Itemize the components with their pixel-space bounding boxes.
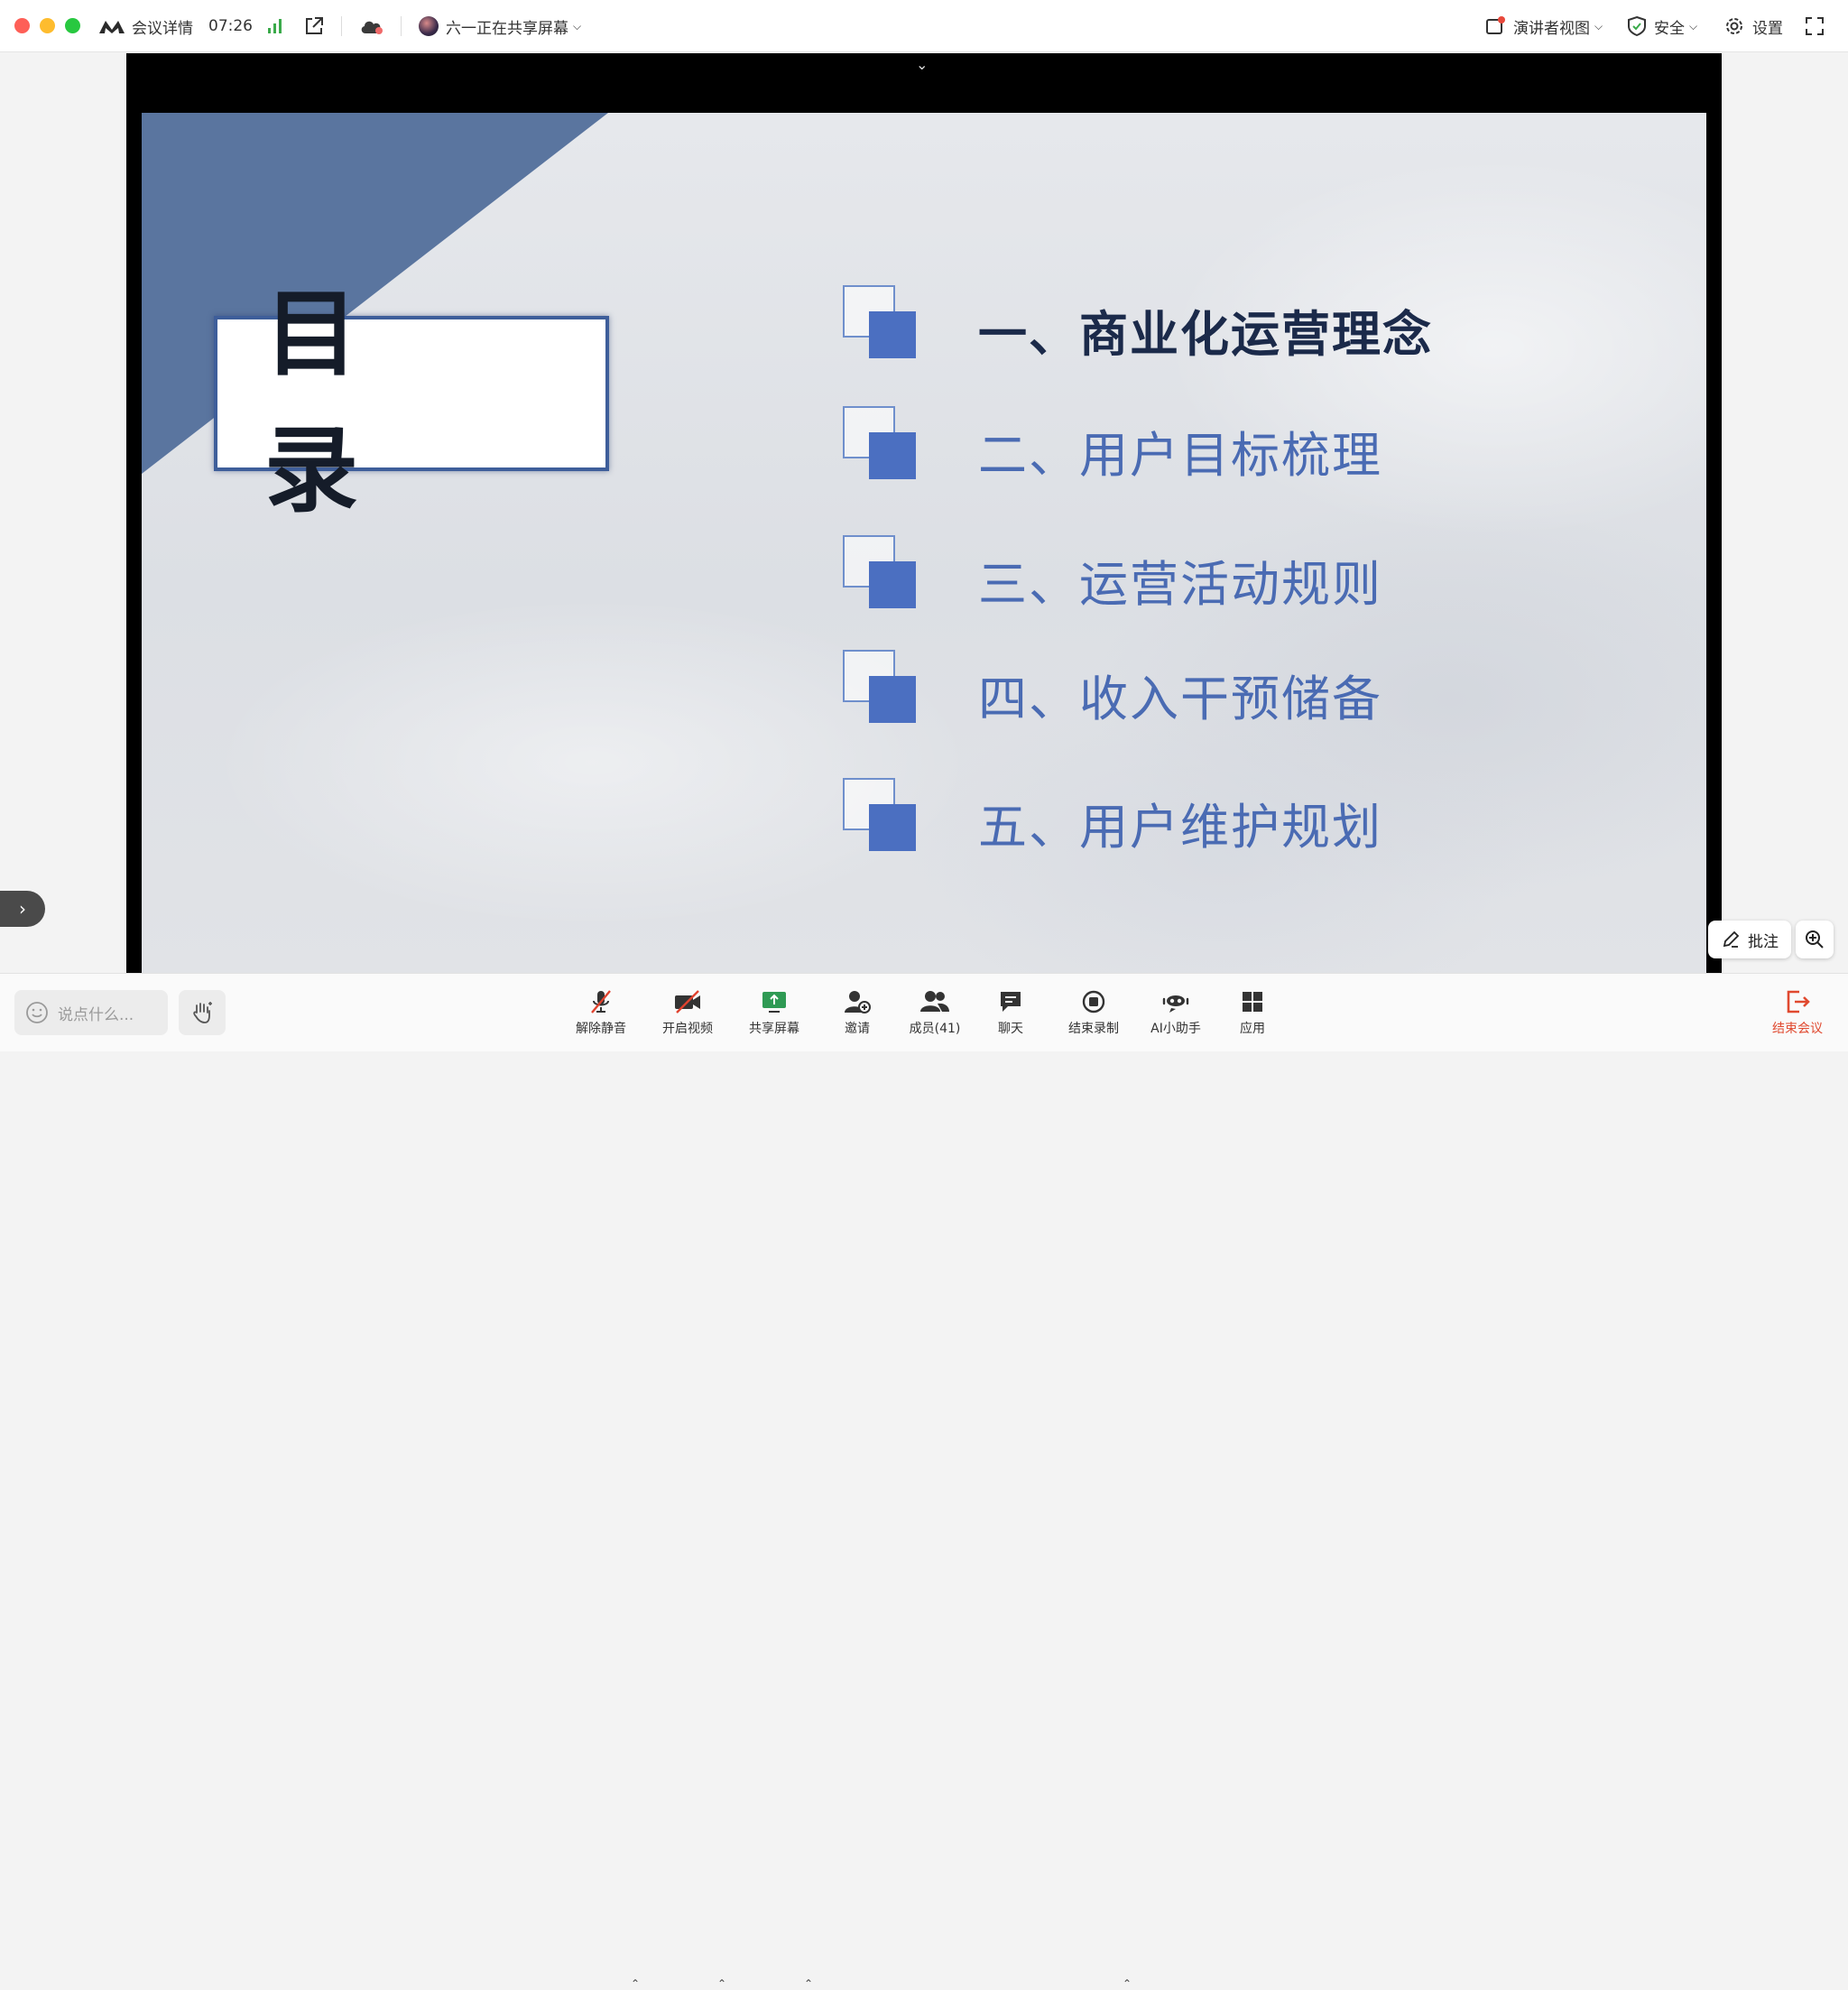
meeting-details-label: 会议详情: [132, 19, 193, 38]
meeting-timer-text: 07:26: [208, 17, 253, 35]
share-screen-button[interactable]: 共享屏幕: [736, 988, 812, 1037]
start-video-label: 开启视频: [662, 1022, 713, 1036]
slide-title-box: 目 录: [214, 279, 609, 525]
hand-icon: [193, 1002, 212, 1023]
start-video-button[interactable]: 开启视频: [650, 988, 725, 1037]
smile-icon: [26, 1002, 48, 1023]
cloud-icon: [361, 21, 383, 34]
settings-button[interactable]: 设置: [1723, 0, 1783, 52]
chevron-right-icon: ›: [19, 898, 26, 920]
slide-title: 目 录: [264, 279, 406, 525]
chevron-down-icon: ⌵: [1594, 19, 1603, 32]
gear-icon: [1726, 18, 1742, 34]
chat-label: 聊天: [998, 1022, 1023, 1036]
toc-square-icon: [841, 283, 920, 359]
toc-item-label: 四、收入干预储备: [978, 671, 1382, 727]
chat-button[interactable]: 聊天: [973, 988, 1049, 1037]
members-button[interactable]: 成员(41): [897, 988, 973, 1037]
signal-icon: [268, 19, 282, 33]
presenter-view-dropdown[interactable]: 演讲者视图 ⌵: [1484, 0, 1603, 52]
settings-label: 设置: [1752, 19, 1783, 38]
toc-square-icon: [841, 776, 920, 852]
chevron-down-icon[interactable]: ⌄: [916, 56, 928, 73]
end-recording-button[interactable]: 结束录制: [1056, 988, 1132, 1037]
members-label: 成员(41): [909, 1022, 961, 1036]
exit-icon: [1787, 990, 1810, 1014]
toc-square-icon: [841, 533, 920, 609]
share-screen-label: 共享屏幕: [749, 1022, 799, 1036]
chat-icon: [1001, 992, 1021, 1012]
audio-options-chevron-icon[interactable]: ⌃: [631, 1977, 640, 1990]
apps-icon: [1243, 992, 1262, 1012]
ai-assistant-icon: [1162, 995, 1189, 1013]
sharing-status-text: 六一正在共享屏幕: [446, 19, 568, 38]
presenter-view-label: 演讲者视图: [1513, 19, 1590, 38]
window-close-button[interactable]: [14, 18, 30, 33]
presentation-slide: 目 录 一、商业化运营理念 二、用户目标梳理 三、运营活动规则 四、收入干预储备…: [142, 113, 1706, 973]
meeting-logo-icon: [99, 21, 125, 33]
unmute-label: 解除静音: [576, 1022, 626, 1036]
top-bar: 会议详情 07:26 六一正在共享屏幕 ⌵ 演讲者视图 ⌵ 安全 ⌵ 设置: [0, 0, 1848, 52]
security-label: 安全: [1654, 19, 1685, 38]
invite-button[interactable]: 邀请: [819, 988, 895, 1037]
cloud-recording-status[interactable]: [359, 0, 384, 52]
bottom-toolbar: 说点什么... 解除静音 ⌃ 开启视频 ⌃ 共享屏幕 ⌃ 邀请 成员(41) 聊…: [0, 973, 1848, 1990]
quick-chat-placeholder: 说点什么...: [58, 1005, 134, 1024]
quick-chat-input[interactable]: 说点什么...: [14, 990, 168, 1035]
topbar-divider: [401, 16, 402, 36]
invite-label: 邀请: [845, 1022, 870, 1036]
ai-assistant-button[interactable]: AI小助手: [1138, 988, 1214, 1037]
sharing-status-dropdown[interactable]: 六一正在共享屏幕 ⌵: [419, 0, 581, 52]
chevron-down-icon: ⌵: [1689, 19, 1698, 32]
unmute-button[interactable]: 解除静音: [563, 988, 639, 1037]
end-meeting-label: 结束会议: [1772, 1022, 1823, 1036]
zoom-in-button[interactable]: [1796, 921, 1834, 958]
network-signal[interactable]: [266, 0, 284, 52]
popout-button[interactable]: [303, 0, 325, 52]
end-recording-label: 结束录制: [1068, 1022, 1119, 1036]
record-stop-icon: [1082, 990, 1105, 1014]
toc-square-icon: [841, 648, 920, 724]
share-screen-icon: [762, 992, 786, 1013]
chevron-down-icon: ⌵: [573, 19, 582, 32]
zoom-in-icon: [1806, 930, 1824, 949]
recording-options-chevron-icon[interactable]: ⌃: [1123, 1977, 1132, 1990]
raise-hand-button[interactable]: [179, 990, 226, 1035]
pen-icon: [1723, 930, 1740, 948]
members-icon: [920, 991, 949, 1012]
toc-item-label: 五、用户维护规划: [978, 799, 1382, 856]
presenter-view-icon: [1486, 16, 1505, 34]
mic-muted-icon: [591, 990, 611, 1014]
shield-icon: [1628, 15, 1646, 37]
video-off-icon: [675, 990, 700, 1014]
meeting-timer: 07:26: [208, 0, 253, 52]
toc-item-label: 二、用户目标梳理: [978, 427, 1382, 484]
topbar-divider: [341, 16, 342, 36]
fullscreen-button[interactable]: [1805, 0, 1825, 52]
fullscreen-icon: [1806, 17, 1824, 35]
apps-button[interactable]: 应用: [1215, 988, 1290, 1037]
end-meeting-button[interactable]: 结束会议: [1760, 988, 1835, 1037]
apps-label: 应用: [1240, 1022, 1265, 1036]
invite-icon: [845, 991, 871, 1014]
window-maximize-button[interactable]: [65, 18, 80, 33]
annotate-label: 批注: [1748, 932, 1779, 951]
toc-square-icon: [841, 404, 920, 480]
external-link-icon: [306, 17, 323, 34]
avatar-icon: [419, 16, 439, 36]
expand-panel-button[interactable]: ›: [0, 891, 45, 927]
security-dropdown[interactable]: 安全 ⌵: [1627, 0, 1697, 52]
annotate-button[interactable]: 批注: [1708, 921, 1791, 958]
meeting-details-button[interactable]: 会议详情: [97, 0, 193, 52]
window-minimize-button[interactable]: [40, 18, 55, 33]
toc-item-label: 三、运营活动规则: [978, 556, 1382, 613]
share-options-chevron-icon[interactable]: ⌃: [804, 1977, 813, 1990]
video-options-chevron-icon[interactable]: ⌃: [717, 1977, 726, 1990]
ai-assistant-label: AI小助手: [1150, 1022, 1201, 1036]
toc-item-label: 一、商业化运营理念: [978, 306, 1433, 363]
